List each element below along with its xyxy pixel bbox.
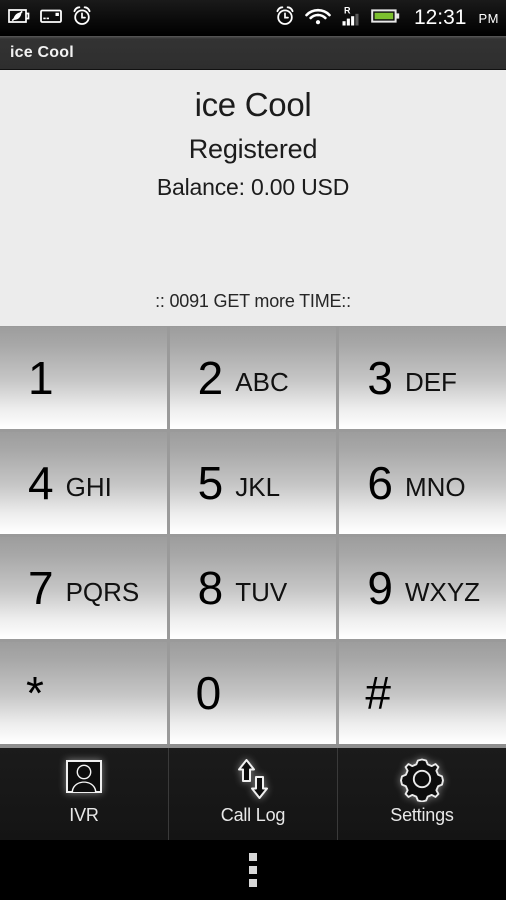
key-digit: 6 — [367, 457, 393, 509]
status-bar[interactable]: R 12:31 PM — [0, 0, 506, 36]
signal-roaming-icon: R — [340, 5, 362, 32]
promo-banner[interactable]: :: 0091 GET more TIME:: — [0, 291, 506, 312]
key-letters: DEF — [404, 366, 457, 397]
gear-icon — [399, 754, 445, 804]
dialpad-key-8[interactable]: 8 TUV — [169, 537, 337, 639]
tab-label: IVR — [69, 805, 99, 825]
key-digit: # — [365, 667, 391, 719]
tab-call-log[interactable]: Call Log — [169, 748, 338, 840]
overflow-dot — [249, 866, 257, 874]
battery-icon — [371, 7, 401, 30]
registration-status: Registered — [188, 134, 318, 165]
key-letters: ABC — [235, 366, 289, 397]
dialpad: 1 2 ABC 3 DEF 4 GHI 5 JKL 6 MNO 7 PQRS 8… — [0, 326, 506, 744]
key-digit: 9 — [367, 562, 393, 614]
eco-battery-icon — [7, 7, 31, 30]
status-clock-ampm: PM — [478, 10, 499, 26]
dialpad-key-5[interactable]: 5 JKL — [169, 432, 337, 534]
dialpad-key-star[interactable]: * — [0, 642, 167, 744]
overflow-menu-icon[interactable] — [235, 847, 271, 893]
wifi-icon — [305, 6, 331, 31]
dialpad-key-6[interactable]: 6 MNO — [339, 432, 506, 534]
tab-settings[interactable]: Settings — [338, 748, 506, 840]
dialpad-key-1[interactable]: 1 — [0, 327, 167, 429]
overflow-dot — [249, 853, 257, 861]
key-letters: WXYZ — [404, 576, 481, 607]
key-letters: TUV — [235, 576, 288, 607]
key-letters: PQRS — [65, 576, 140, 607]
tab-label: Settings — [390, 805, 454, 825]
key-digit: 5 — [197, 457, 224, 509]
overflow-dot — [249, 879, 257, 887]
dialpad-row: 1 2 ABC 3 DEF — [0, 327, 506, 429]
title-bar: ice Cool — [0, 36, 506, 70]
bottom-tab-bar: IVR Call Log Settings — [0, 744, 506, 840]
alarm-clock-icon — [71, 5, 93, 31]
tab-ivr[interactable]: IVR — [0, 748, 169, 840]
key-digit: 4 — [28, 457, 54, 509]
phone-screen: R 12:31 PM ice Cool ice Cool Registered … — [0, 0, 506, 900]
tab-label: Call Log — [220, 805, 286, 825]
key-letters: JKL — [235, 471, 281, 502]
status-bar-left-icons — [7, 5, 93, 31]
status-clock: 12:31 — [413, 6, 467, 29]
account-balance: Balance: 0.00 USD — [156, 174, 350, 201]
system-nav-bar — [0, 840, 506, 900]
call-log-arrows-icon — [231, 754, 275, 804]
dialpad-row: 4 GHI 5 JKL 6 MNO — [0, 432, 506, 534]
key-digit: * — [26, 667, 44, 719]
key-digit: 1 — [28, 352, 54, 404]
account-info-panel: ice Cool Registered Balance: 0.00 USD ::… — [0, 70, 506, 326]
dialpad-row: * 0 # — [0, 642, 506, 744]
contact-person-icon — [62, 754, 106, 804]
dialpad-key-9[interactable]: 9 WXYZ — [339, 537, 506, 639]
status-bar-right-icons: R 12:31 PM — [274, 5, 499, 32]
sd-card-icon — [39, 7, 63, 30]
key-digit: 8 — [197, 562, 224, 614]
dialpad-row: 7 PQRS 8 TUV 9 WXYZ — [0, 537, 506, 639]
key-letters: GHI — [65, 471, 112, 502]
dialpad-key-3[interactable]: 3 DEF — [339, 327, 506, 429]
key-letters: MNO — [404, 471, 466, 502]
dialpad-key-0[interactable]: 0 — [169, 642, 337, 744]
alarm-clock-icon — [274, 5, 296, 31]
account-name: ice Cool — [194, 86, 312, 123]
svg-text:R: R — [344, 5, 351, 15]
dialpad-key-2[interactable]: 2 ABC — [169, 327, 337, 429]
key-digit: 7 — [28, 562, 54, 614]
dialpad-key-hash[interactable]: # — [339, 642, 506, 744]
key-digit: 2 — [197, 352, 224, 404]
app-title: ice Cool — [10, 43, 74, 61]
dialpad-key-7[interactable]: 7 PQRS — [0, 537, 167, 639]
dialpad-key-4[interactable]: 4 GHI — [0, 432, 167, 534]
key-digit: 3 — [367, 352, 393, 404]
key-digit: 0 — [195, 667, 222, 719]
